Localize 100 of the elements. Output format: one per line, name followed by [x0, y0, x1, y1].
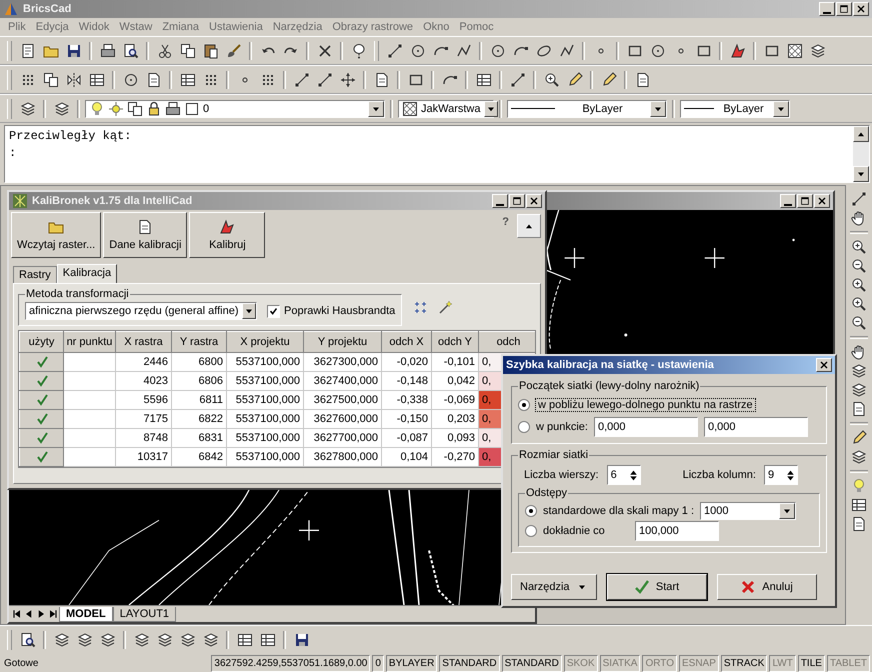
help-text[interactable]: ?	[496, 212, 515, 258]
column-header[interactable]: Y projektu	[304, 332, 382, 352]
circle-icon[interactable]	[490, 42, 506, 58]
spin-field[interactable]: 6	[606, 465, 641, 485]
checkbox-cell[interactable]	[20, 448, 64, 466]
layers-icon[interactable]	[851, 449, 867, 465]
menu-item[interactable]: Pomoc	[459, 21, 494, 33]
circle-icon[interactable]	[650, 42, 666, 58]
table-icon[interactable]	[236, 632, 252, 648]
input-field[interactable]: 100,000	[635, 521, 719, 541]
clipboard-icon[interactable]	[202, 42, 218, 58]
preview-icon[interactable]	[20, 632, 36, 648]
zoom-out-icon[interactable]	[851, 315, 867, 331]
line-icon[interactable]	[294, 72, 310, 88]
document-icon[interactable]	[851, 516, 867, 532]
maximize-button[interactable]	[836, 2, 852, 16]
layers-icon[interactable]	[134, 632, 150, 648]
checkbox[interactable]	[267, 304, 280, 318]
page-icon[interactable]	[20, 42, 36, 58]
maximize-button[interactable]	[797, 194, 813, 208]
bubble-icon[interactable]	[350, 42, 366, 58]
first-icon[interactable]	[11, 608, 23, 620]
layers-icon[interactable]	[180, 632, 196, 648]
mirror-icon[interactable]	[66, 72, 82, 88]
radio-button[interactable]	[525, 505, 537, 517]
cross-icon[interactable]	[316, 42, 332, 58]
menu-item[interactable]: Okno	[423, 21, 450, 33]
menu-item[interactable]: Plik	[8, 21, 26, 33]
spin-field[interactable]: 9	[764, 465, 798, 485]
menu-item[interactable]: Edycja	[36, 21, 69, 33]
cancel-button[interactable]: Anuluj	[716, 574, 817, 600]
status-toggle[interactable]: BYLAYER	[386, 654, 438, 672]
status-toggle[interactable]: 0	[372, 654, 384, 672]
radio-button[interactable]	[518, 399, 530, 411]
menu-item[interactable]: Zmiana	[162, 21, 200, 33]
layers-icon[interactable]	[76, 632, 92, 648]
polyline-icon[interactable]	[558, 42, 574, 58]
start-button[interactable]: Start	[606, 574, 707, 600]
column-header[interactable]: nr punktu	[64, 332, 116, 352]
menu-item[interactable]: Wstaw	[119, 21, 152, 33]
column-header[interactable]: odch	[478, 332, 535, 352]
column-header[interactable]: odch X	[382, 332, 432, 352]
polyline-icon[interactable]	[456, 42, 472, 58]
table-icon[interactable]	[180, 72, 196, 88]
close-button[interactable]	[816, 358, 832, 372]
status-toggle[interactable]: TILE	[798, 654, 825, 672]
checkbox-cell[interactable]	[20, 372, 64, 390]
tab[interactable]: Kalibracja	[56, 264, 118, 283]
radio-button[interactable]	[525, 525, 537, 537]
zoom-in-icon[interactable]	[851, 296, 867, 312]
document-icon[interactable]	[374, 72, 390, 88]
brush-icon[interactable]	[226, 42, 242, 58]
layers-icon[interactable]	[100, 632, 116, 648]
table-icon[interactable]	[476, 72, 492, 88]
scrollbar[interactable]	[853, 126, 869, 182]
layers-icon[interactable]	[851, 382, 867, 398]
checkbox-cell[interactable]	[20, 390, 64, 410]
column-header[interactable]: odch Y	[432, 332, 478, 352]
zoom-in-icon[interactable]	[851, 277, 867, 293]
linetype-dropdown[interactable]: ByLayer	[507, 100, 667, 118]
close-button[interactable]	[814, 194, 830, 208]
column-header[interactable]: X projektu	[226, 332, 304, 352]
scale-dropdown[interactable]: 1000	[700, 502, 796, 520]
zoom-in-icon[interactable]	[851, 239, 867, 255]
pencil-icon[interactable]	[600, 72, 616, 88]
table-icon[interactable]	[260, 632, 276, 648]
checkbox-cell[interactable]	[20, 352, 64, 372]
table-icon[interactable]	[88, 72, 104, 88]
preview-icon[interactable]	[122, 42, 138, 58]
layers-icon[interactable]	[156, 632, 172, 648]
line-icon[interactable]	[851, 191, 867, 207]
pencil-icon[interactable]	[851, 430, 867, 446]
method-dropdown[interactable]: afiniczna pierwszego rzędu (general affine)	[25, 302, 257, 320]
layout-tab[interactable]: LAYOUT1	[112, 606, 176, 622]
close-button[interactable]	[526, 194, 542, 208]
close-button[interactable]	[853, 2, 869, 16]
wand-icon[interactable]	[438, 299, 454, 315]
layers-icon[interactable]	[54, 632, 70, 648]
move-icon[interactable]	[340, 72, 356, 88]
layers-icon[interactable]	[54, 100, 70, 116]
minimize-button[interactable]	[780, 194, 796, 208]
layers-icon[interactable]	[810, 42, 826, 58]
column-header[interactable]: Y rastra	[172, 332, 226, 352]
line-icon[interactable]	[316, 72, 332, 88]
copy-icon[interactable]	[180, 42, 196, 58]
shape-icon[interactable]	[730, 42, 746, 58]
input-field[interactable]: 0,000	[594, 417, 698, 437]
table-icon[interactable]	[851, 497, 867, 513]
minimize-button[interactable]	[819, 2, 835, 16]
checkbox-cell[interactable]	[20, 410, 64, 428]
column-header[interactable]: X rastra	[116, 332, 172, 352]
line-icon[interactable]	[386, 42, 402, 58]
line-icon[interactable]	[510, 72, 526, 88]
menu-item[interactable]: Obrazy rastrowe	[332, 21, 414, 33]
ellipse-icon[interactable]	[536, 42, 552, 58]
toolbar-button[interactable]: Kalibruj	[189, 212, 266, 258]
layers-icon[interactable]	[20, 100, 36, 116]
status-toggle[interactable]: STRACK	[720, 654, 768, 672]
layout-tab[interactable]: MODEL	[59, 606, 113, 622]
status-toggle[interactable]: STANDARD	[502, 654, 562, 672]
